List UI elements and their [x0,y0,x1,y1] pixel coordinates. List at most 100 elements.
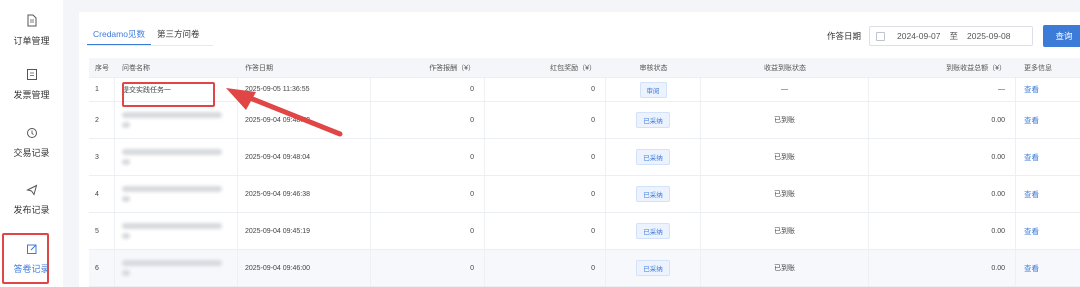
cell-more: 查看 [1016,102,1080,138]
cell-amount: 0.00 [869,176,1016,212]
main-panel: Credamo见数 第三方问卷 作答日期 2024-09-07 至 2025-0… [79,12,1080,287]
sidebar-item-label: 交易记录 [13,147,50,158]
cell-name-blurred [115,176,238,212]
date-range-picker[interactable]: 2024-09-07 至 2025-09-08 [869,26,1034,46]
table-row: 3 2025-09-04 09:48:04 0 0 已采纳 已到账 0.00 查… [89,139,1080,176]
header-name: 问卷名称 [122,64,150,72]
cell-income-status: 已到账 [701,250,869,286]
header-date: 作答日期 [245,64,273,72]
table-row: 4 2025-09-04 09:46:38 0 0 已采纳 已到账 0.00 查… [89,176,1080,213]
date-separator: 至 [949,31,959,41]
cell-date: 2025-09-04 09:46:00 [238,250,371,286]
status-badge: 已采纳 [636,260,670,276]
tab-credamo[interactable]: Credamo见数 [87,22,151,46]
cell-amount: 0.00 [869,102,1016,138]
status-badge: 审阅 [639,81,667,98]
cell-date: 2025-09-05 11:36:55 [238,78,371,101]
cell-audit: 已采纳 [606,102,701,138]
cell-name-blurred [115,102,238,138]
status-badge: 已采纳 [636,149,670,165]
cell-red-packet: 0 [485,102,606,138]
cell-reward: 0 [371,78,485,101]
view-link[interactable]: 查看 [1024,115,1039,126]
header-red-packet: 红包奖励（¥） [550,64,596,72]
cell-more: 查看 [1016,176,1080,212]
cell-audit: 已采纳 [606,139,701,175]
sidebar-item-label: 发票管理 [13,89,50,100]
cell-reward: 0 [371,139,485,175]
calendar-icon [876,31,886,41]
cell-income-status: 已到账 [701,213,869,249]
view-link[interactable]: 查看 [1024,189,1039,200]
cell-no: 6 [89,250,115,286]
cell-date: 2025-09-04 09:48:04 [238,139,371,175]
cell-red-packet: 0 [485,139,606,175]
table-row: 1 提交实践任务一 2025-09-05 11:36:55 0 0 审阅 — —… [89,78,1080,102]
tab-bar: Credamo见数 第三方问卷 [87,22,205,46]
header-more: 更多信息 [1024,64,1052,72]
cell-more: 查看 [1016,78,1080,101]
header-audit: 审核状态 [639,64,668,72]
cell-income-status: 已到账 [701,139,869,175]
cell-amount: 0.00 [869,139,1016,175]
header-income-status: 收益到账状态 [764,64,806,72]
cell-reward: 0 [371,213,485,249]
cell-income-status: 已到账 [701,102,869,138]
cell-reward: 0 [371,102,485,138]
send-icon [25,183,39,197]
cell-audit: 已采纳 [606,250,701,286]
cell-red-packet: 0 [485,250,606,286]
cell-income-status: 已到账 [701,176,869,212]
header-reward: 作答报酬（¥） [429,64,475,72]
sidebar-item-invoices[interactable]: 发票管理 [0,58,63,110]
cell-audit: 审阅 [606,78,701,101]
highlight-box [2,233,49,284]
cell-amount: 0.00 [869,213,1016,249]
table-row: 6 2025-09-04 09:46:00 0 0 已采纳 已到账 0.00 查… [89,250,1080,287]
cell-audit: 已采纳 [606,213,701,249]
status-badge: 已采纳 [636,186,670,202]
cell-red-packet: 0 [485,213,606,249]
table-header: 序号 问卷名称 作答日期 作答报酬（¥） 红包奖励（¥） 审核状态 收益到账状态… [89,58,1080,78]
cell-name-blurred [115,213,238,249]
tab-third-party[interactable]: 第三方问卷 [151,22,206,46]
document-icon [25,14,39,28]
cell-date: 2025-09-04 09:46:38 [238,176,371,212]
cell-date: 2025-09-04 09:45:19 [238,213,371,249]
cell-no: 1 [89,78,115,101]
cell-amount: 0.00 [869,250,1016,286]
header-amount: 到账收益总额（¥） [946,64,1006,72]
date-filter-label: 作答日期 [827,31,862,41]
cell-no: 5 [89,213,115,249]
sidebar-item-label: 发布记录 [13,204,50,215]
cell-reward: 0 [371,250,485,286]
status-badge: 已采纳 [636,112,670,128]
sidebar: 订单管理 发票管理 交易记录 发布记录 答卷记录 [0,0,63,287]
cell-reward: 0 [371,176,485,212]
answers-table: 序号 问卷名称 作答日期 作答报酬（¥） 红包奖励（¥） 审核状态 收益到账状态… [89,58,1080,287]
cell-red-packet: 0 [485,176,606,212]
cell-more: 查看 [1016,250,1080,286]
cell-amount: — [869,78,1016,101]
table-row: 2 2025-09-04 09:48:52 0 0 已采纳 已到账 0.00 查… [89,102,1080,139]
sidebar-item-publish[interactable]: 发布记录 [0,173,63,225]
status-badge: 已采纳 [636,223,670,239]
sidebar-item-transactions[interactable]: 交易记录 [0,116,63,168]
date-end: 2025-09-08 [967,31,1011,41]
transaction-icon [25,126,39,140]
sidebar-item-orders[interactable]: 订单管理 [0,4,63,56]
cell-no: 3 [89,139,115,175]
view-link[interactable]: 查看 [1024,84,1039,95]
view-link[interactable]: 查看 [1024,263,1039,274]
invoice-icon [25,68,39,82]
view-link[interactable]: 查看 [1024,226,1039,237]
cell-name-blurred [115,139,238,175]
search-button[interactable]: 查询 [1043,25,1080,47]
cell-no: 4 [89,176,115,212]
sidebar-item-label: 订单管理 [13,35,50,46]
cell-more: 查看 [1016,213,1080,249]
view-link[interactable]: 查看 [1024,152,1039,163]
cell-name: 提交实践任务一 [115,78,238,101]
cell-audit: 已采纳 [606,176,701,212]
tab-divider [87,45,213,46]
